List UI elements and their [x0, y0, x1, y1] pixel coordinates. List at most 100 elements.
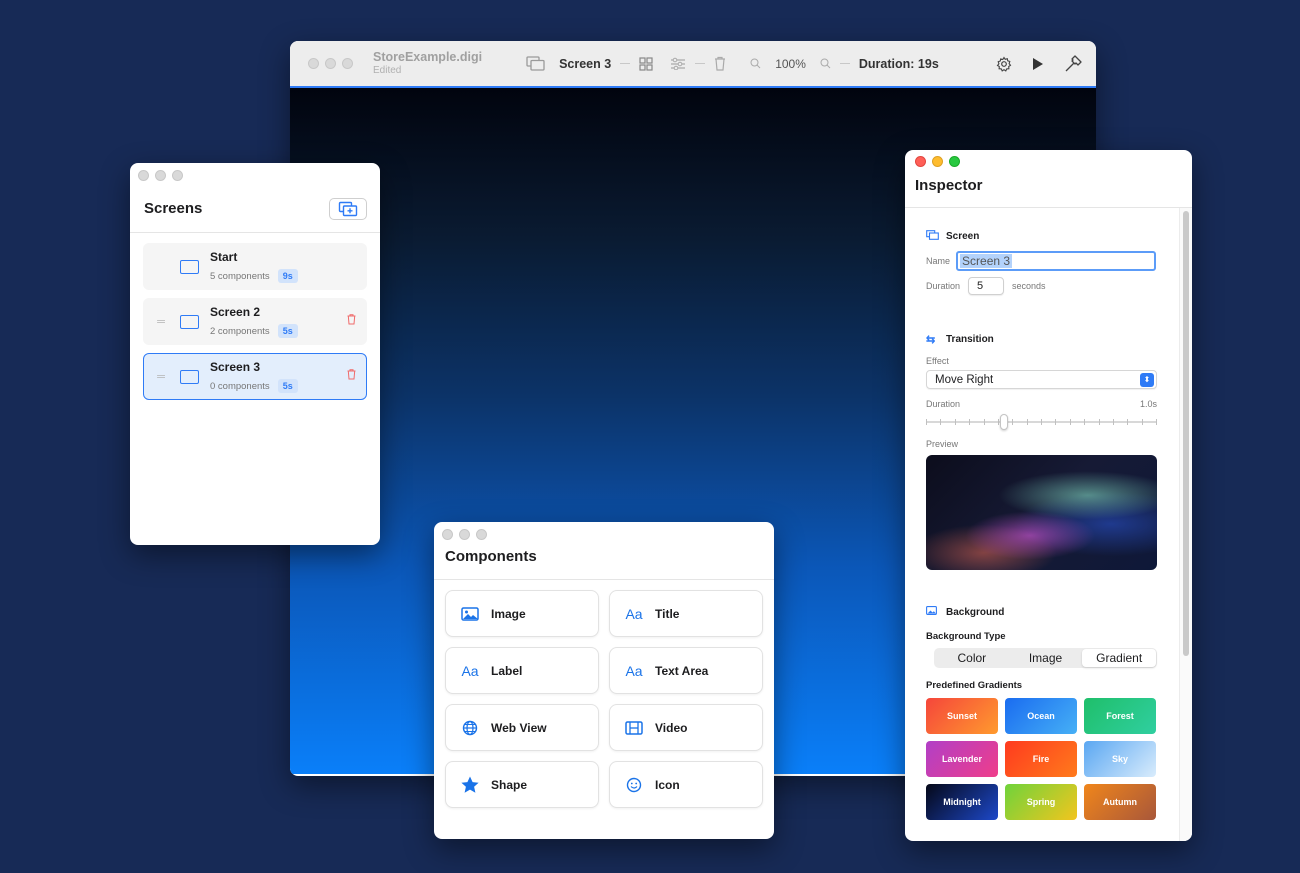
gradient-swatch[interactable]: Ocean	[1005, 698, 1077, 734]
gradient-swatch[interactable]: Spring	[1005, 784, 1077, 820]
segment-color[interactable]: Color	[935, 649, 1009, 667]
close-window-button[interactable]	[442, 529, 453, 540]
current-screen-label: Screen 3	[559, 56, 612, 71]
component-title[interactable]: Aa Title	[609, 590, 763, 637]
image-icon	[926, 606, 940, 618]
delete-screen-icon[interactable]	[347, 369, 356, 383]
document-name: StoreExample.digi	[373, 50, 483, 65]
minimize-window-button[interactable]	[932, 156, 943, 167]
component-text-area[interactable]: Aa Text Area	[609, 647, 763, 694]
zoom-window-button[interactable]	[476, 529, 487, 540]
delete-screen-icon[interactable]	[347, 314, 356, 328]
segment-gradient[interactable]: Gradient	[1082, 649, 1157, 667]
screens-stack-icon[interactable]	[526, 56, 546, 71]
component-image[interactable]: Image	[445, 590, 599, 637]
minimize-window-button[interactable]	[459, 529, 470, 540]
minimize-window-button[interactable]	[155, 170, 166, 181]
background-section-title: Background	[926, 606, 1171, 618]
slider-tick	[1012, 419, 1013, 425]
slider-tick	[1084, 419, 1085, 425]
screen-section-title: Screen	[926, 208, 1171, 243]
components-panel: Components Image Aa Title Aa Label Aa Te…	[434, 522, 774, 839]
document-title: StoreExample.digi Edited	[373, 51, 482, 76]
component-video[interactable]: Video	[609, 704, 763, 751]
component-shape[interactable]: Shape	[445, 761, 599, 808]
minimize-window-button[interactable]	[325, 58, 336, 69]
gradient-swatch[interactable]: Sky	[1084, 741, 1156, 777]
gradient-swatch[interactable]: Forest	[1084, 698, 1156, 734]
chevron-updown-icon: ⬍	[1140, 372, 1154, 387]
duration-badge: 5s	[277, 324, 298, 338]
gradient-swatch[interactable]: Lavender	[926, 741, 998, 777]
slider-tick	[1027, 419, 1028, 425]
window-controls	[915, 156, 1182, 167]
background-type-label: Background Type	[926, 631, 1006, 642]
sliders-icon[interactable]	[670, 57, 686, 70]
gear-icon[interactable]	[996, 55, 1012, 72]
toolbar-divider	[839, 63, 850, 64]
slider-tick	[940, 419, 941, 425]
segment-image[interactable]: Image	[1009, 649, 1083, 667]
component-web-view[interactable]: Web View	[445, 704, 599, 751]
duration-unit: seconds	[1012, 281, 1046, 291]
component-label[interactable]: Aa Label	[445, 647, 599, 694]
screen-item-screen-2[interactable]: ═ Screen 2 2 components 5s	[143, 298, 367, 345]
screen-duration-input[interactable]: 5	[968, 277, 1005, 295]
play-icon[interactable]	[1032, 57, 1044, 71]
hammer-icon[interactable]	[1064, 54, 1082, 73]
screen-name-input[interactable]: Screen 3	[956, 251, 1157, 271]
scrollbar[interactable]	[1183, 211, 1189, 656]
background-type-segmented[interactable]: Color Image Gradient	[934, 648, 1157, 668]
zoom-out-icon[interactable]	[750, 58, 761, 69]
screens-stack-icon	[926, 230, 940, 243]
image-icon	[460, 606, 480, 621]
transition-duration-slider[interactable]	[926, 413, 1157, 431]
star-icon	[460, 776, 480, 793]
scroll-track	[1179, 208, 1192, 841]
gradient-swatch[interactable]: Autumn	[1084, 784, 1156, 820]
grid-icon[interactable]	[639, 56, 653, 71]
close-window-button[interactable]	[308, 58, 319, 69]
zoom-window-button[interactable]	[949, 156, 960, 167]
screen-icon	[180, 314, 199, 329]
gradient-swatch[interactable]: Sunset	[926, 698, 998, 734]
slider-tick	[1156, 419, 1157, 425]
main-toolbar: StoreExample.digi Edited Screen 3 100% D…	[290, 41, 1096, 88]
swap-arrows-icon: ⇆	[926, 334, 936, 346]
effect-select[interactable]: Move Right ⬍	[926, 370, 1157, 389]
transition-duration-value: 1.0s	[1139, 399, 1157, 409]
trash-icon[interactable]	[714, 56, 726, 71]
gradient-swatch[interactable]: Midnight	[926, 784, 998, 820]
globe-icon	[460, 720, 480, 736]
zoom-in-icon[interactable]	[820, 58, 831, 69]
component-count: 0 components	[210, 380, 270, 392]
preview-label: Preview	[926, 439, 959, 449]
close-window-button[interactable]	[138, 170, 149, 181]
component-count: 2 components	[210, 325, 270, 337]
duration-badge: 9s	[277, 269, 298, 283]
drag-handle-icon[interactable]: ═	[144, 371, 170, 383]
zoom-window-button[interactable]	[342, 58, 353, 69]
gradient-grid: Sunset Ocean Forest Lavender Fire Sky Mi…	[926, 698, 1171, 820]
toolbar-divider	[695, 63, 706, 64]
add-screen-button[interactable]	[329, 197, 367, 220]
close-window-button[interactable]	[915, 156, 926, 167]
slider-tick	[1041, 419, 1042, 425]
window-controls	[138, 170, 372, 181]
text-aa-icon: Aa	[461, 662, 479, 679]
gradient-swatch[interactable]: Fire	[1005, 741, 1077, 777]
document-status: Edited	[373, 64, 402, 76]
component-icon[interactable]: Icon	[609, 761, 763, 808]
drag-handle-icon[interactable]: ═	[144, 316, 170, 328]
screen-icon	[180, 259, 199, 274]
name-label: Name	[926, 256, 951, 266]
screen-item-screen-3[interactable]: ═ Screen 3 0 components 5s	[143, 353, 367, 400]
duration-label: Duration	[926, 281, 961, 291]
component-count: 5 components	[210, 270, 270, 282]
zoom-window-button[interactable]	[172, 170, 183, 181]
component-grid: Image Aa Title Aa Label Aa Text Area Web…	[434, 580, 774, 818]
slider-knob[interactable]	[1000, 414, 1008, 430]
screen-icon	[180, 369, 199, 384]
slider-tick	[1099, 419, 1100, 425]
screen-item-start[interactable]: Start 5 components 9s	[143, 243, 367, 290]
